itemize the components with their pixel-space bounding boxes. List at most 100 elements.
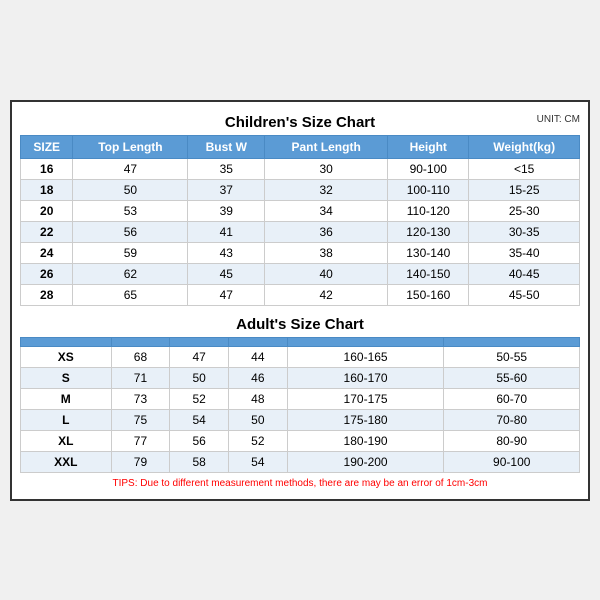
- table-cell: 47: [73, 158, 188, 179]
- table-cell: 73: [111, 388, 170, 409]
- adult-table-body: XS684744160-16550-55S715046160-17055-60M…: [21, 346, 580, 472]
- table-cell: 52: [170, 388, 229, 409]
- table-cell: 16: [21, 158, 73, 179]
- table-cell: 160-165: [287, 346, 444, 367]
- adult-col-weight: [444, 337, 580, 346]
- table-cell: 59: [73, 242, 188, 263]
- table-row: XS684744160-16550-55: [21, 346, 580, 367]
- table-row: XXL795854190-20090-100: [21, 451, 580, 472]
- table-cell: XL: [21, 430, 112, 451]
- table-cell: 60-70: [444, 388, 580, 409]
- table-row: 22564136120-13030-35: [21, 221, 580, 242]
- table-row: L755450175-18070-80: [21, 409, 580, 430]
- table-cell: 30: [265, 158, 388, 179]
- table-cell: 65: [73, 284, 188, 305]
- table-cell: 170-175: [287, 388, 444, 409]
- adult-size-table: XS684744160-16550-55S715046160-17055-60M…: [20, 337, 580, 473]
- table-cell: S: [21, 367, 112, 388]
- table-cell: 53: [73, 200, 188, 221]
- table-cell: 50: [73, 179, 188, 200]
- table-cell: 110-120: [388, 200, 469, 221]
- table-cell: XS: [21, 346, 112, 367]
- table-cell: 15-25: [469, 179, 580, 200]
- table-cell: 50: [170, 367, 229, 388]
- unit-label: UNIT: CM: [537, 114, 580, 125]
- table-cell: XXL: [21, 451, 112, 472]
- table-cell: 46: [228, 367, 287, 388]
- table-cell: 70-80: [444, 409, 580, 430]
- children-table-body: 1647353090-100<1518503732100-11015-25205…: [21, 158, 580, 305]
- table-cell: 50: [228, 409, 287, 430]
- table-cell: L: [21, 409, 112, 430]
- table-cell: 50-55: [444, 346, 580, 367]
- children-header-row: SIZE Top Length Bust W Pant Length Heigh…: [21, 135, 580, 158]
- table-cell: 39: [188, 200, 265, 221]
- table-row: 1647353090-100<15: [21, 158, 580, 179]
- table-cell: 71: [111, 367, 170, 388]
- table-row: 20533934110-12025-30: [21, 200, 580, 221]
- adult-col-pant-length: [228, 337, 287, 346]
- table-cell: 55-60: [444, 367, 580, 388]
- table-cell: 54: [170, 409, 229, 430]
- table-cell: 52: [228, 430, 287, 451]
- table-cell: 75: [111, 409, 170, 430]
- table-cell: 32: [265, 179, 388, 200]
- table-cell: 28: [21, 284, 73, 305]
- table-cell: 25-30: [469, 200, 580, 221]
- table-cell: 47: [188, 284, 265, 305]
- col-bust-w: Bust W: [188, 135, 265, 158]
- table-cell: 44: [228, 346, 287, 367]
- table-cell: 80-90: [444, 430, 580, 451]
- table-cell: 90-100: [388, 158, 469, 179]
- table-cell: 48: [228, 388, 287, 409]
- adult-section-title: Adult's Size Chart: [20, 312, 580, 337]
- table-cell: 79: [111, 451, 170, 472]
- table-cell: 40-45: [469, 263, 580, 284]
- size-chart-wrapper: Children's Size Chart UNIT: CM SIZE Top …: [10, 100, 590, 501]
- table-row: 24594338130-14035-40: [21, 242, 580, 263]
- table-cell: 36: [265, 221, 388, 242]
- table-cell: 56: [73, 221, 188, 242]
- table-cell: 68: [111, 346, 170, 367]
- table-cell: 160-170: [287, 367, 444, 388]
- table-row: 28654742150-16045-50: [21, 284, 580, 305]
- table-cell: 40: [265, 263, 388, 284]
- table-cell: 150-160: [388, 284, 469, 305]
- table-cell: 42: [265, 284, 388, 305]
- table-row: S715046160-17055-60: [21, 367, 580, 388]
- table-cell: 37: [188, 179, 265, 200]
- table-cell: 175-180: [287, 409, 444, 430]
- children-section-title: Children's Size Chart UNIT: CM: [20, 110, 580, 135]
- table-cell: 45-50: [469, 284, 580, 305]
- table-cell: <15: [469, 158, 580, 179]
- table-cell: 62: [73, 263, 188, 284]
- table-cell: 38: [265, 242, 388, 263]
- table-cell: 45: [188, 263, 265, 284]
- table-cell: 43: [188, 242, 265, 263]
- adult-col-bust-w: [170, 337, 229, 346]
- adult-title-text: Adult's Size Chart: [236, 316, 364, 333]
- table-row: 18503732100-11015-25: [21, 179, 580, 200]
- table-row: XL775652180-19080-90: [21, 430, 580, 451]
- table-row: 26624540140-15040-45: [21, 263, 580, 284]
- table-cell: 35-40: [469, 242, 580, 263]
- table-cell: 26: [21, 263, 73, 284]
- table-cell: 190-200: [287, 451, 444, 472]
- adult-col-height: [287, 337, 444, 346]
- table-cell: 120-130: [388, 221, 469, 242]
- col-top-length: Top Length: [73, 135, 188, 158]
- table-cell: 35: [188, 158, 265, 179]
- table-cell: 41: [188, 221, 265, 242]
- table-row: M735248170-17560-70: [21, 388, 580, 409]
- col-height: Height: [388, 135, 469, 158]
- col-pant-length: Pant Length: [265, 135, 388, 158]
- col-size: SIZE: [21, 135, 73, 158]
- children-size-table: SIZE Top Length Bust W Pant Length Heigh…: [20, 135, 580, 306]
- table-cell: 130-140: [388, 242, 469, 263]
- table-cell: 180-190: [287, 430, 444, 451]
- table-cell: 56: [170, 430, 229, 451]
- table-cell: M: [21, 388, 112, 409]
- table-cell: 22: [21, 221, 73, 242]
- col-weight: Weight(kg): [469, 135, 580, 158]
- table-cell: 100-110: [388, 179, 469, 200]
